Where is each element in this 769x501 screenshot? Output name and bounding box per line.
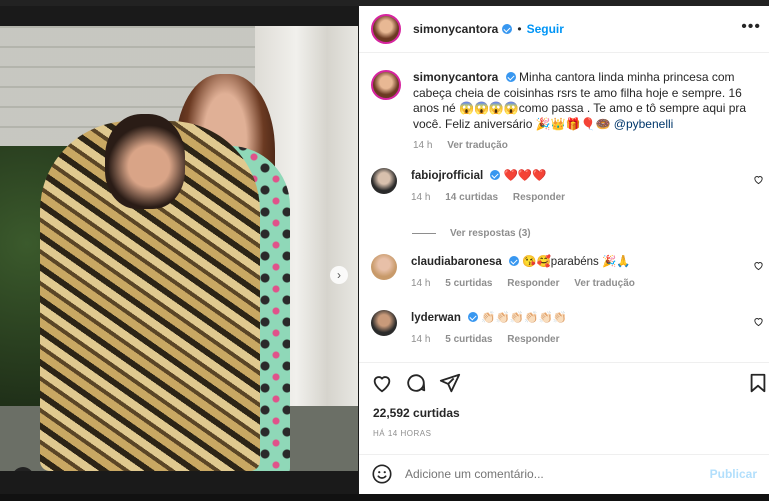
author-username[interactable]: simonycantora: [413, 22, 498, 36]
replies-line: [412, 233, 436, 234]
divider: [359, 52, 769, 53]
comment-time: 14 h: [411, 334, 431, 345]
reply-button[interactable]: Responder: [513, 192, 565, 203]
instagram-post-viewer: › simonycantora • Seguir ••• simonycanto: [0, 0, 769, 501]
verified-badge-icon: [505, 72, 516, 82]
divider: [359, 362, 769, 363]
comment-meta: 14 h 14 curtidas Responder: [411, 190, 577, 206]
avatar[interactable]: [371, 254, 397, 280]
likes-count[interactable]: 22,592 curtidas: [373, 406, 460, 420]
comment-input[interactable]: [405, 467, 710, 481]
publish-button[interactable]: Publicar: [710, 467, 757, 481]
comment-icon[interactable]: [405, 372, 427, 394]
comment-body: fabiojrofficial ❤️❤️❤️ 14 h 14 curtidas …: [411, 168, 577, 206]
post-photo[interactable]: ›: [0, 26, 358, 471]
comment-text: ❤️❤️❤️: [503, 170, 547, 182]
comment-item: claudiabaronesa 😘🥰parabéns 🎉🙏 14 h 5 cur…: [371, 254, 766, 292]
post-timestamp: HÁ 14 HORAS: [373, 429, 432, 438]
post-header: simonycantora • Seguir •••: [359, 6, 769, 52]
post-side-panel: simonycantora • Seguir ••• simonycantora…: [359, 6, 769, 494]
comment-text: 😘🥰parabéns 🎉🙏: [522, 256, 631, 268]
verified-badge-icon: [490, 170, 501, 180]
comment-time: 14 h: [411, 192, 431, 203]
comment-likes[interactable]: 5 curtidas: [445, 334, 492, 345]
comment-likes[interactable]: 14 curtidas: [445, 192, 498, 203]
translate-link[interactable]: Ver tradução: [574, 278, 635, 289]
comment-likes[interactable]: 5 curtidas: [445, 278, 492, 289]
view-replies-label: Ver respostas (3): [450, 228, 531, 239]
post-caption: simonycantora Minha cantora linda minha …: [371, 70, 761, 154]
comment-meta: 14 h 5 curtidas Responder Ver tradução: [411, 276, 647, 292]
caption-mention[interactable]: @pybenelli: [614, 117, 674, 131]
reply-button[interactable]: Responder: [507, 278, 559, 289]
share-icon[interactable]: [439, 372, 461, 394]
verified-badge-icon: [508, 256, 519, 266]
chevron-right-icon[interactable]: ›: [330, 266, 348, 284]
comment-body: claudiabaronesa 😘🥰parabéns 🎉🙏 14 h 5 cur…: [411, 254, 647, 292]
comment-username[interactable]: lyderwan: [411, 312, 461, 324]
caption-username[interactable]: simonycantora: [413, 70, 498, 84]
avatar[interactable]: [371, 168, 397, 194]
comment-body: lyderwan 👏🏻👏🏻👏🏻👏🏻👏🏻👏🏻 14 h 5 curtidas Re…: [411, 310, 572, 348]
comment-meta: 14 h 5 curtidas Responder: [411, 332, 572, 348]
avatar[interactable]: [371, 14, 401, 44]
add-comment-bar: Publicar: [359, 454, 769, 494]
bottom-edge: [0, 494, 769, 501]
caption-time: 14 h: [413, 140, 433, 151]
comment-item: fabiojrofficial ❤️❤️❤️ 14 h 14 curtidas …: [371, 168, 766, 206]
reply-button[interactable]: Responder: [507, 334, 559, 345]
verified-badge-icon: [502, 24, 513, 34]
separator-dot: •: [517, 22, 522, 36]
comment-username[interactable]: claudiabaronesa: [411, 256, 502, 268]
heart-icon[interactable]: [753, 316, 764, 327]
heart-icon[interactable]: [753, 174, 764, 185]
photo-girl-head: [105, 114, 185, 209]
caption-meta: 14 h Ver tradução: [413, 138, 753, 154]
avatar[interactable]: [371, 310, 397, 336]
caption-body: simonycantora Minha cantora linda minha …: [413, 70, 753, 154]
heart-icon[interactable]: [753, 260, 764, 271]
translate-link[interactable]: Ver tradução: [447, 140, 508, 151]
follow-button[interactable]: Seguir: [527, 22, 564, 36]
post-actions: [371, 372, 766, 398]
comment-time: 14 h: [411, 278, 431, 289]
emoji-icon[interactable]: [371, 463, 393, 485]
comment-item: lyderwan 👏🏻👏🏻👏🏻👏🏻👏🏻👏🏻 14 h 5 curtidas Re…: [371, 310, 766, 348]
heart-icon[interactable]: [371, 372, 393, 394]
avatar[interactable]: [371, 70, 401, 100]
more-icon[interactable]: •••: [741, 18, 761, 36]
view-replies-button[interactable]: Ver respostas (3): [412, 228, 531, 239]
comment-username[interactable]: fabiojrofficial: [411, 170, 483, 182]
bookmark-icon[interactable]: [747, 372, 769, 394]
verified-badge-icon: [468, 312, 479, 322]
comment-text: 👏🏻👏🏻👏🏻👏🏻👏🏻👏🏻: [481, 312, 568, 324]
